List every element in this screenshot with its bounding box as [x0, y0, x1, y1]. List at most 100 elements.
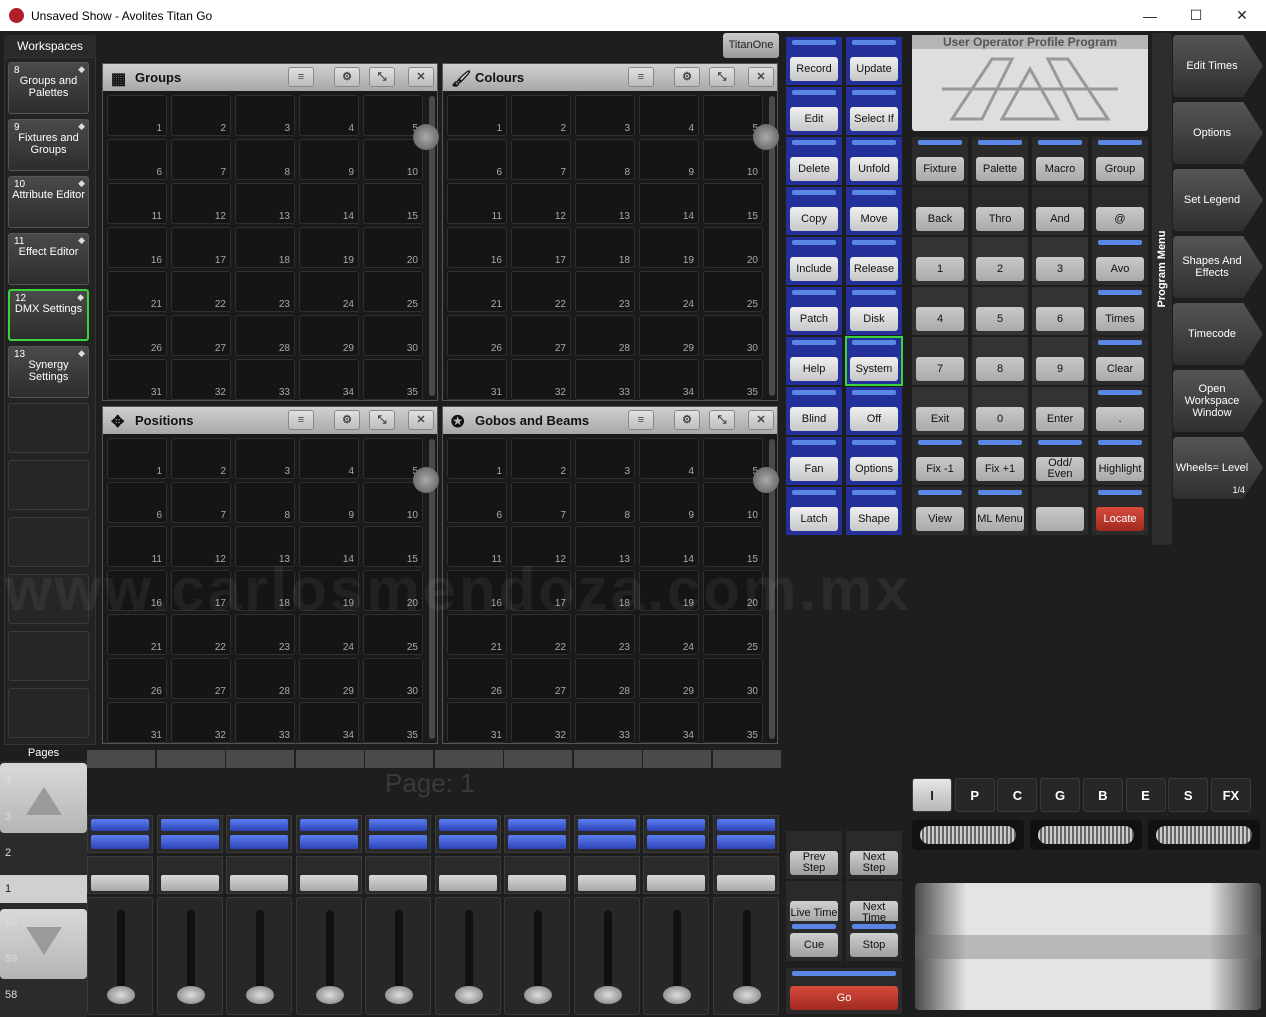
palette-cell[interactable]: 23	[235, 271, 295, 312]
key-options[interactable]: Options	[846, 437, 902, 485]
palette-cell[interactable]: 3	[235, 95, 295, 136]
palette-cell[interactable]: 8	[575, 482, 635, 523]
palette-cell[interactable]: 26	[447, 315, 507, 356]
palette-cell[interactable]: 34	[299, 702, 359, 743]
key-off[interactable]: Off	[846, 387, 902, 435]
palette-cell[interactable]: 6	[107, 139, 167, 180]
key-fan[interactable]: Fan	[786, 437, 842, 485]
palette-cell[interactable]: 26	[447, 658, 507, 699]
gear-icon[interactable]: ⚙	[334, 410, 360, 430]
palette-cell[interactable]: 28	[575, 658, 635, 699]
palette-cell[interactable]: 3	[235, 438, 295, 479]
palette-cell[interactable]: 14	[299, 183, 359, 224]
fader-knob[interactable]	[454, 986, 483, 1004]
playback-blue-button[interactable]	[87, 815, 153, 853]
key-6[interactable]: 6	[1032, 287, 1088, 335]
scroll-knob[interactable]	[753, 124, 779, 150]
key-fix-1[interactable]: Fix -1	[912, 437, 968, 485]
close-icon[interactable]: ✕	[748, 67, 774, 87]
palette-cell[interactable]: 4	[639, 438, 699, 479]
key-blind[interactable]: Blind	[786, 387, 842, 435]
page-number[interactable]: 1	[0, 875, 87, 903]
minimize-button[interactable]: —	[1127, 0, 1173, 31]
encoder-wheel-2[interactable]	[1030, 820, 1142, 850]
fader-knob[interactable]	[176, 986, 205, 1004]
attr-tab-c[interactable]: C	[997, 778, 1038, 812]
palette-cell[interactable]: 7	[171, 482, 231, 523]
key-move[interactable]: Move	[846, 187, 902, 235]
palette-cell[interactable]: 10	[703, 482, 763, 523]
titanone-button[interactable]: TitanOne	[723, 33, 779, 58]
palette-cell[interactable]: 1	[107, 95, 167, 136]
attr-tab-e[interactable]: E	[1125, 778, 1166, 812]
palette-cell[interactable]: 11	[107, 183, 167, 224]
menu-icon[interactable]: ≡	[628, 67, 654, 87]
key-9[interactable]: 9	[1032, 337, 1088, 385]
scroll-knob[interactable]	[753, 467, 779, 493]
scroll-knob[interactable]	[413, 467, 439, 493]
key-release[interactable]: Release	[846, 237, 902, 285]
palette-cell[interactable]: 20	[703, 227, 763, 268]
palette-cell[interactable]: 24	[299, 271, 359, 312]
key-avo[interactable]: Avo	[1092, 237, 1148, 285]
palette-cell[interactable]: 16	[107, 227, 167, 268]
palette-cell[interactable]: 10	[703, 139, 763, 180]
gear-icon[interactable]: ⚙	[674, 67, 700, 87]
key-update[interactable]: Update	[846, 37, 902, 85]
key-enter[interactable]: Enter	[1032, 387, 1088, 435]
palette-cell[interactable]: 27	[511, 315, 571, 356]
palette-cell[interactable]: 15	[363, 183, 423, 224]
playback-fader[interactable]	[643, 897, 709, 1015]
key-locate[interactable]: Locate	[1092, 487, 1148, 535]
palette-cell[interactable]: 10	[363, 482, 423, 523]
workspace-12[interactable]: 12 ◆ DMX Settings	[8, 289, 89, 341]
palette-cell[interactable]: 17	[171, 227, 231, 268]
palette-cell[interactable]: 35	[703, 702, 763, 743]
palette-cell[interactable]: 17	[511, 227, 571, 268]
palette-cell[interactable]: 2	[171, 438, 231, 479]
key-stop[interactable]: Stop	[846, 921, 902, 961]
palette-cell[interactable]: 35	[363, 702, 423, 743]
playback-fader[interactable]	[226, 897, 292, 1015]
menu-icon[interactable]: ≡	[288, 410, 314, 430]
encoder-wheel-1[interactable]	[912, 820, 1024, 850]
palette-cell[interactable]: 33	[235, 702, 295, 743]
close-icon[interactable]: ✕	[748, 410, 774, 430]
page-number[interactable]: 4	[0, 775, 87, 791]
playback-fader[interactable]	[573, 897, 640, 1015]
close-button[interactable]: ✕	[1219, 0, 1265, 31]
attr-tab-b[interactable]: B	[1082, 778, 1123, 812]
palette-cell[interactable]: 31	[447, 702, 507, 743]
attr-tab-g[interactable]: G	[1040, 778, 1081, 812]
palette-cell[interactable]: 30	[363, 658, 423, 699]
workspace-empty-slot[interactable]	[8, 688, 89, 738]
palette-cell[interactable]: 29	[639, 658, 699, 699]
page-number[interactable]: 3	[0, 811, 87, 827]
palette-cell[interactable]: 30	[703, 315, 763, 356]
fader-knob[interactable]	[593, 986, 622, 1004]
playback-grey-button[interactable]	[573, 856, 640, 894]
key-shape[interactable]: Shape	[846, 487, 902, 535]
playback-grey-button[interactable]	[643, 856, 709, 894]
page-number[interactable]: 58	[0, 989, 87, 1005]
fader-knob[interactable]	[246, 986, 274, 1004]
gear-icon[interactable]: ⚙	[674, 410, 700, 430]
workspace-13[interactable]: 13 ◆ Synergy Settings	[8, 346, 89, 398]
page-number[interactable]: 60	[0, 917, 87, 933]
palette-cell[interactable]: 9	[299, 482, 359, 523]
key-5[interactable]: 5	[972, 287, 1028, 335]
playback-fader[interactable]	[87, 897, 153, 1015]
key-system[interactable]: System	[845, 336, 903, 386]
palette-cell[interactable]: 26	[107, 315, 167, 356]
palette-cell[interactable]: 34	[639, 359, 699, 400]
palette-cell[interactable]: 26	[107, 658, 167, 699]
palette-cell[interactable]: 6	[447, 482, 507, 523]
key-edit[interactable]: Edit	[786, 87, 842, 135]
palette-cell[interactable]: 6	[447, 139, 507, 180]
encoder-wheel-3[interactable]	[1148, 820, 1260, 850]
key-blank[interactable]	[1032, 487, 1088, 535]
key-disk[interactable]: Disk	[846, 287, 902, 335]
palette-cell[interactable]: 3	[575, 95, 635, 136]
playback-blue-button[interactable]	[226, 815, 292, 853]
resize-icon[interactable]: ⤡	[709, 410, 735, 430]
